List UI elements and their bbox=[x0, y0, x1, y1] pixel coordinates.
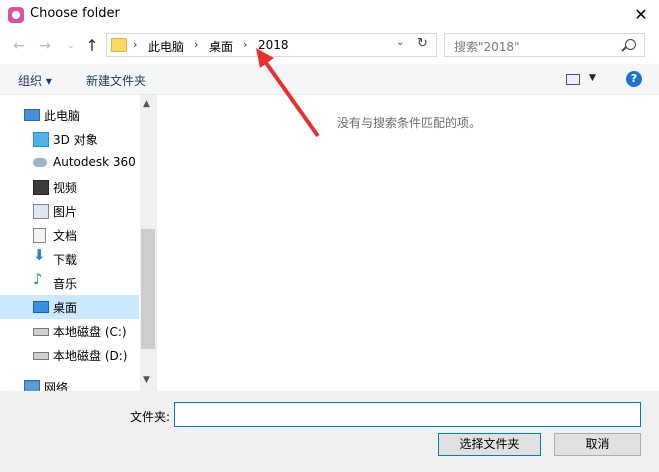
sidebar-item-label: 文档 bbox=[53, 229, 78, 243]
breadcrumb-separator: › bbox=[243, 38, 248, 51]
up-button[interactable]: ↑ bbox=[83, 36, 101, 56]
sidebar-scrollbar[interactable]: ▲ ▼ bbox=[140, 95, 156, 391]
breadcrumb-separator: › bbox=[133, 38, 138, 51]
empty-results-message: 没有与搜索条件匹配的项。 bbox=[337, 116, 482, 130]
footer-bar: 文件夹: 选择文件夹 取消 bbox=[0, 391, 659, 472]
breadcrumb-desktop[interactable]: 桌面 bbox=[209, 38, 233, 55]
sidebar-item-autodesk-360[interactable]: Autodesk 360 bbox=[0, 151, 139, 175]
desktop-icon bbox=[33, 301, 49, 313]
sidebar-item-label: 下载 bbox=[53, 253, 78, 267]
search-icon[interactable] bbox=[625, 39, 636, 50]
sidebar-item-label: 3D 对象 bbox=[53, 133, 98, 147]
toolbar: 组织 ▾ 新建文件夹 ▼ ? bbox=[0, 64, 659, 95]
drive-d-icon bbox=[33, 352, 49, 360]
download-icon: ⬇ bbox=[33, 246, 46, 264]
select-folder-button[interactable]: 选择文件夹 bbox=[438, 433, 541, 456]
folder-name-input[interactable] bbox=[174, 402, 641, 427]
search-input[interactable]: 搜索"2018" bbox=[444, 33, 645, 57]
sidebar-item-label: 桌面 bbox=[53, 301, 78, 315]
music-icon: ♪ bbox=[33, 270, 43, 288]
sidebar-item-label: 音乐 bbox=[53, 277, 78, 291]
app-icon bbox=[8, 7, 24, 23]
network-icon bbox=[24, 380, 40, 391]
sidebar-item-desktop[interactable]: 桌面 bbox=[0, 295, 139, 319]
sidebar-item-label: 此电脑 bbox=[44, 109, 81, 123]
sidebar-item-label: Autodesk 360 bbox=[53, 155, 136, 169]
sidebar-item-3d-objects[interactable]: 3D 对象 bbox=[0, 127, 139, 151]
folder-icon bbox=[111, 38, 127, 52]
sidebar-item-label: 网络 bbox=[44, 381, 69, 391]
new-folder-button[interactable]: 新建文件夹 bbox=[86, 72, 146, 89]
sidebar-item-drive-d[interactable]: 本地磁盘 (D:) bbox=[0, 343, 139, 367]
navigation-pane[interactable]: 此电脑 3D 对象 Autodesk 360 视频 图片 文档 ⬇ 下载 ♪ 音… bbox=[0, 95, 140, 391]
scroll-thumb[interactable] bbox=[141, 229, 155, 349]
video-icon bbox=[33, 180, 49, 195]
window-title: Choose folder bbox=[30, 6, 120, 21]
sidebar-item-downloads[interactable]: ⬇ 下载 bbox=[0, 247, 139, 271]
breadcrumb-separator: › bbox=[194, 38, 199, 51]
refresh-icon[interactable]: ↻ bbox=[417, 36, 428, 51]
folder-label: 文件夹: bbox=[130, 410, 171, 424]
address-dropdown-icon[interactable]: ⌄ bbox=[396, 37, 404, 48]
view-dropdown-icon[interactable]: ▼ bbox=[589, 73, 596, 83]
cancel-button[interactable]: 取消 bbox=[554, 433, 641, 456]
picture-icon bbox=[33, 204, 49, 219]
sidebar-item-label: 视频 bbox=[53, 181, 78, 195]
back-button[interactable]: ← bbox=[10, 36, 28, 56]
title-bar: Choose folder ✕ bbox=[0, 0, 659, 30]
recent-locations-button[interactable]: ⌄ bbox=[62, 36, 80, 56]
search-placeholder: 搜索"2018" bbox=[454, 40, 520, 54]
sidebar-item-this-pc[interactable]: 此电脑 bbox=[0, 103, 139, 127]
sidebar-item-network[interactable]: 网络 bbox=[0, 375, 139, 391]
cube-icon bbox=[33, 132, 49, 147]
breadcrumb-this-pc[interactable]: 此电脑 bbox=[148, 38, 184, 55]
sidebar-item-documents[interactable]: 文档 bbox=[0, 223, 139, 247]
close-button[interactable]: ✕ bbox=[626, 2, 656, 28]
pane-divider[interactable] bbox=[156, 95, 157, 391]
document-icon bbox=[33, 228, 46, 243]
sidebar-item-label: 本地磁盘 (C:) bbox=[53, 325, 127, 339]
forward-button[interactable]: → bbox=[36, 36, 54, 56]
help-icon[interactable]: ? bbox=[626, 71, 642, 87]
sidebar-item-videos[interactable]: 视频 bbox=[0, 175, 139, 199]
cloud-icon bbox=[33, 158, 47, 167]
sidebar-item-label: 图片 bbox=[53, 205, 78, 219]
sidebar-item-music[interactable]: ♪ 音乐 bbox=[0, 271, 139, 295]
sidebar-item-drive-c[interactable]: 本地磁盘 (C:) bbox=[0, 319, 139, 343]
sidebar-item-pictures[interactable]: 图片 bbox=[0, 199, 139, 223]
sidebar-item-label: 本地磁盘 (D:) bbox=[53, 349, 128, 363]
organize-button[interactable]: 组织 ▾ bbox=[18, 72, 52, 89]
annotation-arrow bbox=[256, 48, 320, 138]
scroll-up-icon[interactable]: ▲ bbox=[143, 99, 150, 109]
scroll-down-icon[interactable]: ▼ bbox=[143, 375, 150, 385]
computer-icon bbox=[24, 109, 40, 121]
drive-c-icon bbox=[33, 328, 49, 336]
view-options-icon[interactable] bbox=[566, 74, 580, 85]
